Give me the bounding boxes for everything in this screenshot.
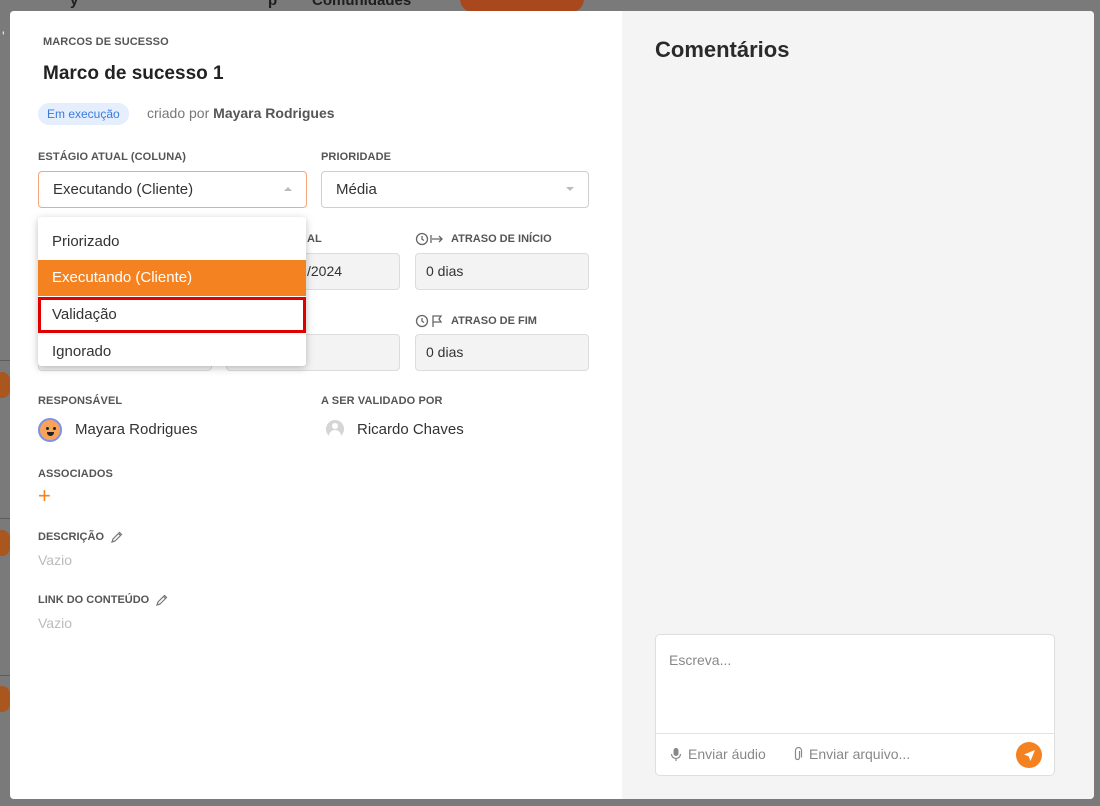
- description-label: DESCRIÇÃO: [38, 530, 124, 544]
- avatar: [38, 418, 62, 442]
- avatar-eye: [53, 427, 56, 430]
- background-side-glyph: ': [2, 28, 5, 44]
- priority-label: PRIORIDADE: [321, 151, 392, 163]
- milestone-details-panel: MARCOS DE SUCESSO Marco de sucesso 1 Em …: [10, 11, 622, 799]
- responsible-label: RESPONSÁVEL: [38, 395, 123, 407]
- validator-label: A SER VALIDADO POR: [321, 395, 443, 407]
- priority-select-value: Média: [336, 181, 377, 198]
- add-associated-button[interactable]: +: [38, 485, 51, 507]
- start-delay-field: 0 dias: [415, 253, 589, 290]
- send-comment-button[interactable]: [1016, 742, 1042, 768]
- avatar-mouth: [47, 432, 54, 436]
- milestone-title: Marco de sucesso 1: [43, 63, 224, 84]
- stage-dropdown-menu: Priorizado Executando (Cliente) Validaçã…: [38, 217, 306, 366]
- description-value: Vazio: [38, 552, 72, 568]
- chevron-up-icon: [284, 187, 292, 191]
- background-avatar-dot: [0, 686, 10, 712]
- end-delay-label-text: ATRASO DE FIM: [451, 315, 537, 327]
- description-label-text: DESCRIÇÃO: [38, 531, 105, 543]
- validator-name: Ricardo Chaves: [357, 421, 464, 438]
- start-delay-value: 0 dias: [426, 263, 464, 279]
- created-by: criado por Mayara Rodrigues: [147, 105, 335, 121]
- user-icon: [326, 420, 344, 438]
- send-audio-label: Enviar áudio: [688, 746, 766, 762]
- comment-composer: Escreva... Enviar áudio Enviar arquivo..…: [655, 634, 1055, 776]
- paperclip-icon: [794, 746, 803, 760]
- send-file-label: Enviar arquivo...: [809, 746, 911, 762]
- start-delay-label: ATRASO DE INÍCIO: [415, 232, 552, 246]
- background-nav-item: p: [268, 0, 278, 9]
- background-avatar-dot: [0, 530, 10, 556]
- clock-arrow-icon: [415, 232, 443, 246]
- created-by-name: Mayara Rodrigues: [213, 105, 335, 121]
- milestone-modal: MARCOS DE SUCESSO Marco de sucesso 1 Em …: [10, 11, 1094, 799]
- content-link-label: LINK DO CONTEÚDO: [38, 593, 169, 607]
- pencil-icon[interactable]: [110, 530, 124, 544]
- stage-option-executando-cliente[interactable]: Executando (Cliente): [38, 260, 306, 296]
- content-link-label-text: LINK DO CONTEÚDO: [38, 594, 150, 606]
- microphone-icon: [670, 747, 682, 761]
- background-avatar-dot: [0, 372, 10, 398]
- comments-panel: Comentários Escreva... Enviar áudio Envi…: [622, 11, 1094, 799]
- user-icon-body: [329, 430, 341, 438]
- avatar-eye: [46, 427, 49, 430]
- start-delay-label-text: ATRASO DE INÍCIO: [451, 233, 552, 245]
- send-audio-button[interactable]: Enviar áudio: [670, 746, 766, 762]
- pencil-icon[interactable]: [155, 593, 169, 607]
- stage-option-validacao[interactable]: Validação: [38, 297, 306, 333]
- start-date-value: /2024: [307, 263, 343, 279]
- chevron-down-icon: [566, 187, 574, 191]
- associated-label: ASSOCIADOS: [38, 468, 113, 480]
- comments-title: Comentários: [655, 37, 790, 62]
- modal-overline: MARCOS DE SUCESSO: [43, 36, 169, 48]
- background-nav-item: y: [70, 0, 79, 9]
- status-badge: Em execução: [38, 103, 129, 125]
- stage-select[interactable]: Executando (Cliente): [38, 171, 307, 208]
- end-delay-field: 0 dias: [415, 334, 589, 371]
- end-delay-value: 0 dias: [426, 344, 464, 360]
- composer-divider: [656, 733, 1054, 734]
- user-icon-head: [332, 423, 338, 429]
- responsible-name: Mayara Rodrigues: [75, 421, 198, 438]
- send-icon: [1023, 749, 1035, 761]
- stage-select-value: Executando (Cliente): [53, 181, 194, 198]
- clock-flag-icon: [415, 314, 443, 328]
- send-file-button[interactable]: Enviar arquivo...: [792, 746, 910, 762]
- comment-input[interactable]: Escreva...: [669, 652, 731, 668]
- priority-select[interactable]: Média: [321, 171, 589, 208]
- content-link-value: Vazio: [38, 615, 72, 631]
- background-nav-item: Comunidades: [312, 0, 412, 9]
- stage-option-ignorado[interactable]: Ignorado: [38, 334, 306, 370]
- end-delay-label: ATRASO DE FIM: [415, 314, 537, 328]
- stage-label: ESTÁGIO ATUAL (COLUNA): [38, 151, 187, 163]
- stage-option-priorizado[interactable]: Priorizado: [38, 224, 306, 260]
- created-by-prefix: criado por: [147, 105, 210, 121]
- date-label-fragment: AL: [307, 233, 322, 245]
